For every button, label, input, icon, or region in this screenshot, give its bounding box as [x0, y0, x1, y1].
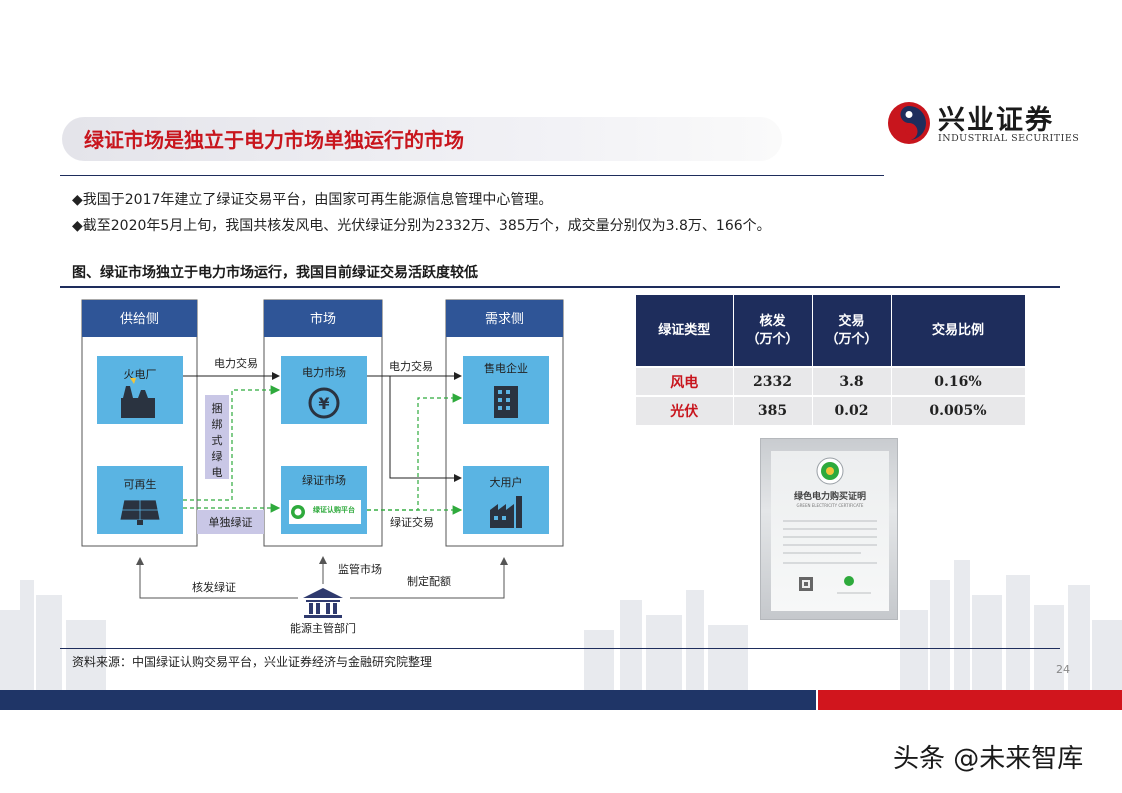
source-note: 资料来源：中国绿证认购交易平台，兴业证券经济与金融研究院整理 [72, 655, 433, 669]
table-cell: 风电 [636, 366, 734, 396]
set-quota-label: 制定配额 [407, 574, 451, 588]
renewable-label: 可再生 [124, 477, 157, 491]
bundled-label-char-3: 式 [212, 434, 223, 447]
table-row: 风电 2332 3.8 0.16% [636, 366, 1026, 396]
page-number: 24 [1056, 663, 1070, 676]
footer-bar-blue [0, 690, 816, 710]
table-cell: 2332 [733, 366, 813, 396]
footer-bar [0, 690, 1122, 710]
authority-label: 能源主管部门 [290, 621, 356, 635]
supervise-market-label: 监管市场 [338, 562, 382, 576]
bundled-label-char-1: 捆 [212, 401, 223, 415]
footer-bar-red [818, 690, 1122, 710]
cert-trade-label: 绿证交易 [390, 515, 434, 529]
header-traded: 交易 （万个） [812, 295, 892, 367]
bundled-label-char-5: 电 [212, 466, 223, 479]
table-cell: 385 [733, 395, 813, 425]
header-issued: 核发 （万个） [733, 295, 813, 367]
table-cell: 光伏 [636, 395, 734, 425]
table-row: 光伏 385 0.02 0.005% [636, 395, 1026, 425]
header-trade-ratio: 交易比例 [891, 295, 1026, 367]
header-cert-type: 绿证类型 [636, 295, 734, 367]
certificate-subtitle: GREEN ELECTRICITY CERTIFICATE [796, 503, 864, 508]
certificate-paper: 绿色电力购买证明 GREEN ELECTRICITY CERTIFICATE [771, 451, 889, 611]
bundled-label-char-4: 绿 [212, 449, 223, 463]
green-electricity-certificate-image: 绿色电力购买证明 GREEN ELECTRICITY CERTIFICATE [760, 438, 898, 620]
cert-platform-label: 绿证认购平台 [313, 505, 355, 514]
office-building-icon [494, 386, 518, 418]
table-cell: 0.005% [891, 395, 1026, 425]
source-divider [60, 648, 1060, 649]
issue-cert-label: 核发绿证 [192, 580, 236, 594]
demand-header: 需求侧 [485, 312, 524, 327]
large-user-label: 大用户 [490, 475, 523, 489]
power-trade-label-2: 电力交易 [389, 359, 433, 373]
watermark: 头条 @未来智库 [893, 744, 1084, 774]
thermal-plant-label: 火电厂 [124, 368, 157, 381]
table-cell: 0.02 [812, 395, 892, 425]
table-cell: 0.16% [891, 366, 1026, 396]
retailer-label: 售电企业 [484, 361, 528, 375]
market-header: 市场 [310, 311, 336, 327]
table-cell: 3.8 [812, 366, 892, 396]
government-building-icon [303, 588, 343, 618]
separate-cert-label: 单独绿证 [209, 515, 253, 529]
cert-market-label: 绿证市场 [302, 473, 346, 487]
certificate-title: 绿色电力购买证明 [793, 492, 866, 502]
power-market-label: 电力市场 [302, 365, 346, 379]
supply-header: 供给侧 [120, 312, 159, 327]
certificate-emblem-icon [816, 457, 844, 485]
green-cert-table: 绿证类型 核发 （万个） 交易 （万个） 交易比例 风电 2332 3.8 0.16… [636, 295, 1026, 425]
svg-text:¥: ¥ [318, 394, 329, 413]
certificate-body-lines [783, 520, 877, 594]
bundled-label-char-2: 绑 [212, 418, 223, 431]
power-trade-label-1: 电力交易 [214, 356, 258, 370]
table-header-row: 绿证类型 核发 （万个） 交易 （万个） 交易比例 [636, 295, 1026, 367]
